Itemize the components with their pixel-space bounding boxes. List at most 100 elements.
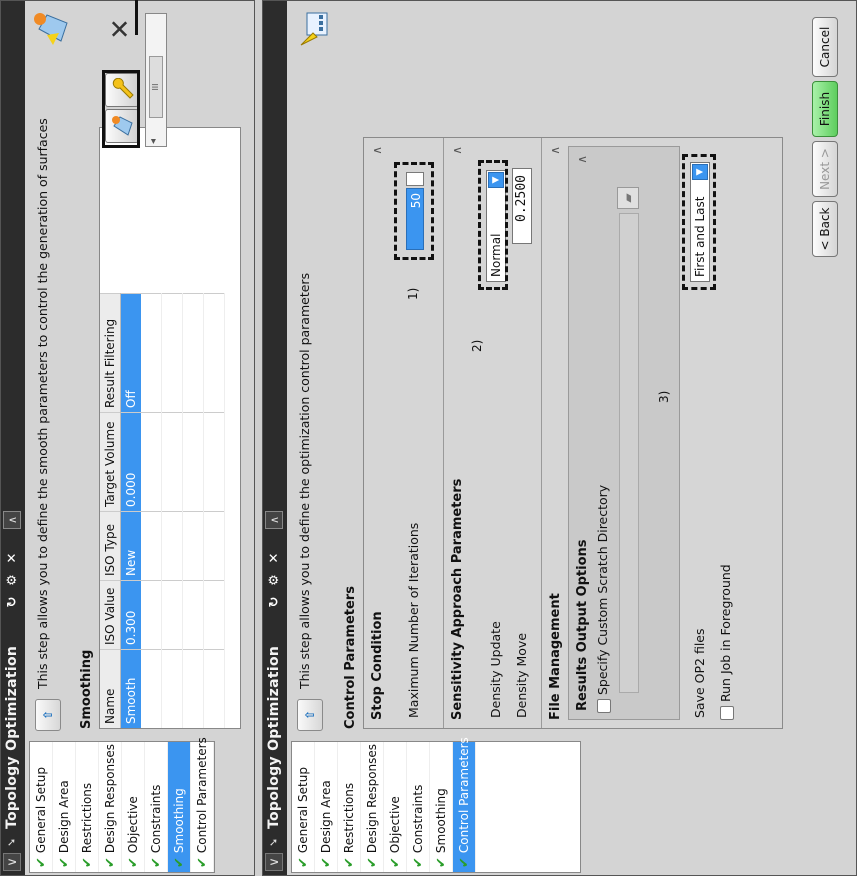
foreground-label: Run Job in Foreground bbox=[718, 564, 733, 702]
check-icon: ✔ bbox=[126, 857, 141, 868]
collapse-chevron-icon[interactable]: ∨ bbox=[265, 853, 283, 871]
smoothing-table: Name ISO Value ISO Type Target Volume Re… bbox=[99, 127, 241, 729]
check-icon: ✔ bbox=[457, 857, 472, 868]
col-iso-type[interactable]: ISO Type bbox=[100, 511, 121, 581]
table-header-row: Name ISO Value ISO Type Target Volume Re… bbox=[100, 293, 121, 728]
results-output-options: Results Output Options ∧ Specify Custom … bbox=[568, 146, 680, 720]
check-icon: ✔ bbox=[57, 857, 72, 868]
close-icon[interactable]: ✕ bbox=[4, 549, 22, 567]
smoothing-step-icon bbox=[34, 13, 68, 45]
step-restrictions[interactable]: ✔ Restrictions bbox=[338, 742, 361, 872]
foreground-checkbox[interactable] bbox=[719, 706, 734, 720]
table-row[interactable]: Smooth 0.300 New 0.000 Off bbox=[120, 293, 141, 728]
cell-target-volume[interactable]: 0.000 bbox=[120, 412, 141, 512]
col-iso-value[interactable]: ISO Value bbox=[100, 580, 121, 650]
group-title: File Management bbox=[548, 593, 563, 720]
titlebar: ∨ ➘ Topology Optimization ↻ ⚙ ✕ ∧ bbox=[1, 1, 25, 875]
step-label: Design Area bbox=[57, 780, 71, 854]
check-icon: ✔ bbox=[149, 857, 164, 868]
step-general-setup[interactable]: ✔ General Setup bbox=[292, 742, 315, 872]
back-button[interactable]: < Back bbox=[812, 201, 838, 257]
group-title: Sensitivity Approach Parameters bbox=[450, 478, 465, 720]
scratch-dir-path-field[interactable] bbox=[619, 213, 639, 693]
density-move-input[interactable]: 0.2500 bbox=[512, 168, 532, 244]
finish-button[interactable]: Finish bbox=[812, 81, 838, 137]
pin-icon[interactable]: ➘ bbox=[267, 838, 280, 847]
next-button[interactable]: Next > bbox=[812, 141, 838, 197]
check-icon: ✔ bbox=[342, 857, 357, 868]
up-arrow-icon[interactable]: ⇧ bbox=[297, 699, 323, 731]
gear-icon[interactable]: ⚙ bbox=[4, 571, 22, 589]
description-row: ⇧ This step allows you to define the smo… bbox=[27, 5, 75, 737]
step-control-parameters[interactable]: ✔ Control Parameters bbox=[191, 737, 214, 872]
step-design-area[interactable]: ✔ Design Area bbox=[53, 742, 76, 872]
group-stop-condition: Stop Condition ∧ Maximum Number of Itera… bbox=[364, 138, 444, 728]
step-design-responses[interactable]: ✔ Design Responses bbox=[361, 742, 384, 872]
wizard-footer: < Back Next > Finish Cancel bbox=[802, 5, 852, 737]
check-icon: ✔ bbox=[80, 857, 95, 868]
scratch-dir-checkbox[interactable] bbox=[596, 699, 611, 713]
callout-box bbox=[394, 162, 434, 260]
step-label: Objective bbox=[388, 796, 402, 854]
step-objective[interactable]: ✔ Objective bbox=[384, 742, 407, 872]
chevron-up-icon[interactable]: ∧ bbox=[370, 146, 384, 155]
scroll-thumb[interactable]: III bbox=[149, 56, 163, 118]
gear-icon[interactable]: ⚙ bbox=[266, 571, 284, 589]
cancel-button[interactable]: Cancel bbox=[812, 17, 838, 77]
window-title: Topology Optimization bbox=[4, 645, 20, 829]
step-objective[interactable]: ✔ Objective bbox=[122, 742, 145, 872]
parameters-panel: Stop Condition ∧ Maximum Number of Itera… bbox=[363, 137, 783, 729]
collapse-chevron-icon[interactable]: ∨ bbox=[3, 853, 21, 871]
horizontal-scrollbar[interactable]: ◂ III bbox=[145, 13, 167, 147]
titlebar: ∨ ➘ Topology Optimization ↻ ⚙ ✕ ∧ bbox=[263, 1, 287, 875]
cell-result-filtering[interactable]: Off bbox=[120, 293, 141, 413]
cell-iso-value[interactable]: 0.300 bbox=[120, 580, 141, 650]
chevron-up-icon[interactable]: ∧ bbox=[548, 146, 562, 155]
cell-name[interactable]: Smooth bbox=[120, 649, 141, 728]
step-smoothing[interactable]: ✔ Smoothing bbox=[430, 742, 453, 872]
table-row-empty bbox=[203, 293, 225, 728]
check-icon: ✔ bbox=[103, 857, 118, 868]
close-icon[interactable]: ✕ bbox=[266, 549, 284, 567]
step-general-setup[interactable]: ✔ General Setup bbox=[30, 742, 53, 872]
refresh-icon[interactable]: ↻ bbox=[4, 593, 22, 611]
callout-box bbox=[478, 160, 508, 290]
panel-control-parameters: ∨ ➘ Topology Optimization ↻ ⚙ ✕ ∧ ✔ Gener… bbox=[262, 0, 857, 876]
folder-browse-icon[interactable]: ▰ bbox=[617, 187, 639, 209]
step-description: This step allows you to define the smoot… bbox=[35, 118, 50, 689]
foreground-row[interactable]: Run Job in Foreground bbox=[718, 564, 734, 720]
step-label: Control Parameters bbox=[457, 737, 471, 854]
group-sensitivity: Sensitivity Approach Parameters ∧ 2) Den… bbox=[444, 138, 542, 728]
col-result-filtering[interactable]: Result Filtering bbox=[100, 293, 121, 413]
scratch-dir-row[interactable]: Specify Custom Scratch Directory bbox=[595, 485, 611, 713]
check-icon: ✔ bbox=[195, 857, 210, 868]
col-name[interactable]: Name bbox=[100, 649, 121, 728]
chevron-up-icon[interactable]: ∧ bbox=[265, 511, 283, 529]
step-constraints[interactable]: ✔ Constraints bbox=[145, 742, 168, 872]
pin-icon[interactable]: ➘ bbox=[5, 838, 18, 847]
step-restrictions[interactable]: ✔ Restrictions bbox=[76, 742, 99, 872]
step-description: This step allows you to define the optim… bbox=[297, 272, 312, 689]
step-constraints[interactable]: ✔ Constraints bbox=[407, 742, 430, 872]
step-control-parameters[interactable]: ✔ Control Parameters bbox=[453, 737, 476, 872]
col-target-volume[interactable]: Target Volume bbox=[100, 412, 121, 512]
step-design-responses[interactable]: ✔ Design Responses bbox=[99, 742, 122, 872]
chevron-up-icon[interactable]: ∧ bbox=[450, 146, 464, 155]
chevron-up-icon[interactable]: ∧ bbox=[575, 155, 589, 164]
step-label: Design Responses bbox=[365, 743, 379, 854]
step-design-area[interactable]: ✔ Design Area bbox=[315, 742, 338, 872]
check-icon: ✔ bbox=[34, 857, 49, 868]
step-label: Design Area bbox=[319, 780, 333, 854]
cell-iso-type[interactable]: New bbox=[120, 511, 141, 581]
scratch-dir-label: Specify Custom Scratch Directory bbox=[595, 484, 610, 695]
refresh-icon[interactable]: ↻ bbox=[266, 593, 284, 611]
scroll-left-icon[interactable]: ◂ bbox=[148, 139, 159, 144]
step-list: ✔ General Setup ✔ Design Area ✔ Restriction… bbox=[291, 737, 581, 873]
chevron-up-icon[interactable]: ∧ bbox=[3, 511, 21, 529]
step-smoothing[interactable]: ✔ Smoothing bbox=[168, 742, 191, 872]
delete-close-icon[interactable]: ✕ bbox=[105, 13, 137, 45]
callout-leader-line bbox=[135, 0, 138, 35]
table-row-empty bbox=[182, 293, 204, 728]
up-arrow-icon[interactable]: ⇧ bbox=[35, 699, 61, 731]
check-icon: ✔ bbox=[296, 857, 311, 868]
